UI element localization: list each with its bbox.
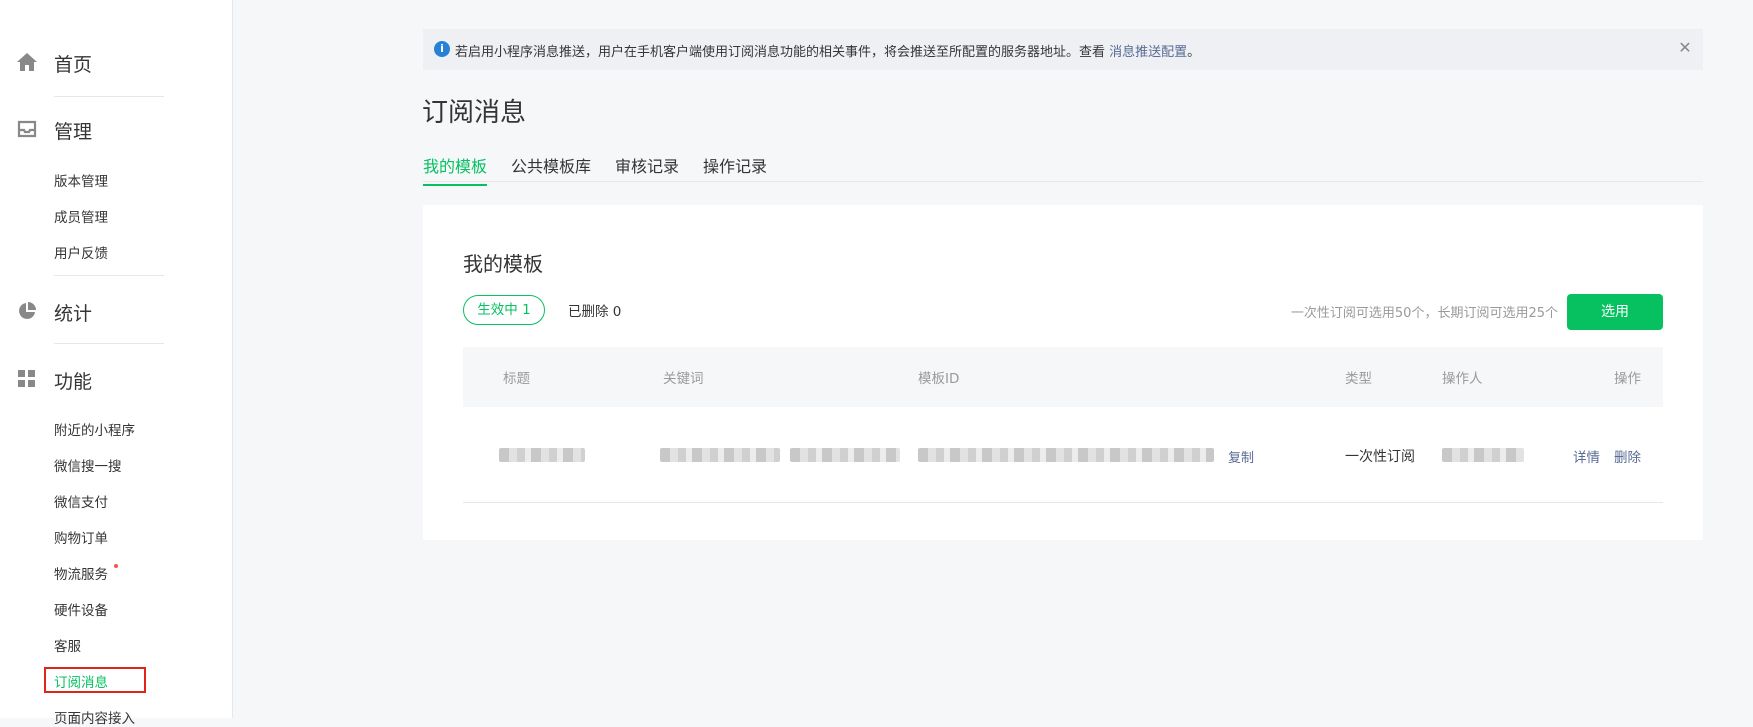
redacted-operator [1442, 448, 1524, 462]
highlight-annotation-box [44, 667, 146, 693]
pie-chart-icon [19, 302, 36, 319]
column-header-keywords: 关键词 [663, 371, 704, 387]
tab-review-records[interactable]: 审核记录 [615, 153, 679, 184]
notice-message: 若启用小程序消息推送，用户在手机客户端使用订阅消息功能的相关事件，将会推送至所配… [455, 45, 1110, 60]
column-header-actions: 操作 [1614, 371, 1641, 387]
push-config-link[interactable]: 消息推送配置 [1109, 45, 1187, 60]
detail-link[interactable]: 详情 [1573, 446, 1600, 466]
sidebar-item-nearby[interactable]: 附近的小程序 [54, 419, 135, 439]
sidebar: 首页 管理 版本管理 成员管理 用户反馈 统计 功能 附近的小程序 微信搜一搜 … [0, 0, 233, 727]
card-title: 我的模板 [463, 252, 543, 276]
tab-public-templates[interactable]: 公共模板库 [511, 153, 591, 184]
redacted-keywords [790, 448, 900, 462]
notice-text: 若启用小程序消息推送，用户在手机客户端使用订阅消息功能的相关事件，将会推送至所配… [455, 41, 1200, 60]
inbox-icon [17, 120, 37, 138]
sidebar-item-feedback[interactable]: 用户反馈 [54, 242, 108, 262]
sidebar-item-pay[interactable]: 微信支付 [54, 491, 108, 511]
filter-deleted[interactable]: 已删除 0 [568, 300, 621, 320]
home-icon [17, 53, 37, 71]
sidebar-section-label: 功能 [54, 371, 93, 393]
table-row: 复制 一次性订阅 详情 删除 [463, 407, 1663, 503]
page-title: 订阅消息 [422, 98, 527, 128]
column-header-title: 标题 [503, 371, 530, 387]
divider [54, 96, 164, 97]
sidebar-item-version[interactable]: 版本管理 [54, 170, 108, 190]
sidebar-item-members[interactable]: 成员管理 [54, 206, 108, 226]
new-dot-badge [114, 564, 118, 568]
tab-bar: 我的模板 公共模板库 审核记录 操作记录 [423, 152, 1703, 186]
sidebar-section-label: 管理 [54, 121, 93, 143]
template-type: 一次性订阅 [1345, 449, 1415, 465]
delete-link[interactable]: 删除 [1614, 446, 1641, 466]
sidebar-item-logistics[interactable]: 物流服务 [54, 563, 108, 583]
info-icon: i [434, 41, 450, 57]
close-icon[interactable]: ✕ [1675, 38, 1695, 58]
quota-text: 一次性订阅可选用50个，长期订阅可选用25个 [1290, 306, 1558, 321]
tab-operation-records[interactable]: 操作记录 [703, 153, 767, 184]
copy-link[interactable]: 复制 [1228, 447, 1254, 466]
filter-active[interactable]: 生效中 1 [463, 295, 545, 325]
redacted-template-id [918, 448, 1214, 462]
column-header-template-id: 模板ID [918, 371, 960, 387]
column-header-operator: 操作人 [1442, 371, 1483, 387]
sidebar-item-page-content[interactable]: 页面内容接入 [54, 707, 135, 727]
sidebar-item-search[interactable]: 微信搜一搜 [54, 455, 122, 475]
column-header-type: 类型 [1345, 371, 1372, 387]
notice-suffix: 。 [1187, 45, 1201, 60]
grid-icon [18, 370, 35, 387]
sidebar-item-service[interactable]: 客服 [54, 635, 81, 655]
table-header: 标题 关键词 模板ID 类型 操作人 操作 [463, 347, 1663, 407]
sidebar-section-label: 首页 [54, 54, 93, 76]
notice-bar: i 若启用小程序消息推送，用户在手机客户端使用订阅消息功能的相关事件，将会推送至… [423, 29, 1703, 70]
divider [54, 275, 164, 276]
redacted-title [499, 448, 585, 462]
sidebar-section-label: 统计 [54, 303, 93, 325]
sidebar-item-hardware[interactable]: 硬件设备 [54, 599, 108, 619]
tab-my-templates[interactable]: 我的模板 [423, 153, 488, 186]
divider [54, 343, 164, 344]
sidebar-item-orders[interactable]: 购物订单 [54, 527, 108, 547]
select-button[interactable]: 选用 [1567, 294, 1663, 330]
templates-card: 我的模板 生效中 1 已删除 0 一次性订阅可选用50个，长期订阅可选用25个 … [423, 205, 1703, 540]
redacted-keywords [660, 448, 780, 462]
